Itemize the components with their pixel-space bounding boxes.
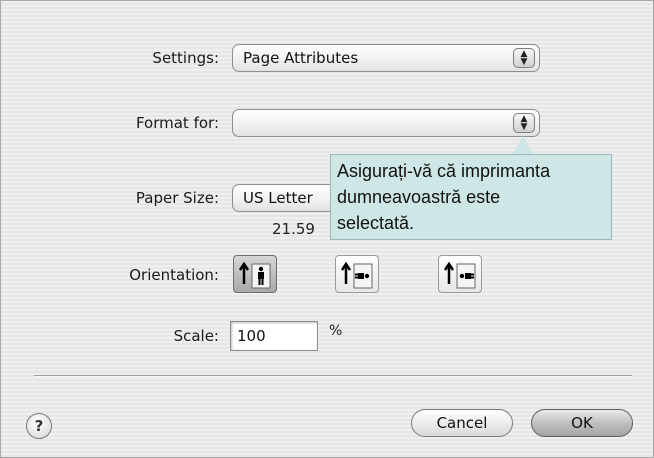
settings-value: Page Attributes xyxy=(243,49,359,67)
settings-label: Settings: xyxy=(152,49,219,67)
instruction-tooltip: Asigurați-vă că imprimanta dumneavoastră… xyxy=(330,154,612,240)
scale-input[interactable]: 100 xyxy=(230,321,318,351)
tooltip-line-3: selectată. xyxy=(337,213,415,233)
scale-unit: % xyxy=(329,323,343,339)
orientation-landscape-left-button[interactable] xyxy=(335,255,379,293)
ok-button[interactable]: OK xyxy=(531,409,633,437)
tooltip-arrow xyxy=(512,136,534,154)
orientation-label: Orientation: xyxy=(129,266,219,284)
tooltip-line-1: Asigurați-vă că imprimanta xyxy=(337,161,551,181)
help-button[interactable]: ? xyxy=(26,413,52,439)
orientation-landscape-right-button[interactable] xyxy=(438,255,482,293)
page-setup-dialog: Settings: Page Attributes ▲ ▼ Format for:… xyxy=(0,0,654,458)
orientation-portrait-button[interactable] xyxy=(233,255,277,293)
paper-dimensions-text: 21.59 xyxy=(272,220,315,238)
format-for-label: Format for: xyxy=(135,114,219,132)
scale-label: Scale: xyxy=(173,327,219,345)
settings-popup[interactable]: Page Attributes ▲ ▼ xyxy=(232,44,540,72)
portrait-orientation-icon xyxy=(238,261,271,289)
cancel-button[interactable]: Cancel xyxy=(411,409,513,437)
format-for-popup[interactable]: ▲ ▼ xyxy=(232,109,540,137)
settings-stepper-icon: ▲ ▼ xyxy=(513,48,535,68)
paper-size-label: Paper Size: xyxy=(135,189,219,207)
landscape-left-orientation-icon xyxy=(340,261,373,289)
separator xyxy=(34,375,632,377)
paper-size-value: US Letter xyxy=(243,189,313,207)
tooltip-line-2: dumneavoastră este xyxy=(337,187,501,207)
landscape-right-orientation-icon xyxy=(443,261,476,289)
format-for-stepper-icon: ▲ ▼ xyxy=(513,113,535,133)
